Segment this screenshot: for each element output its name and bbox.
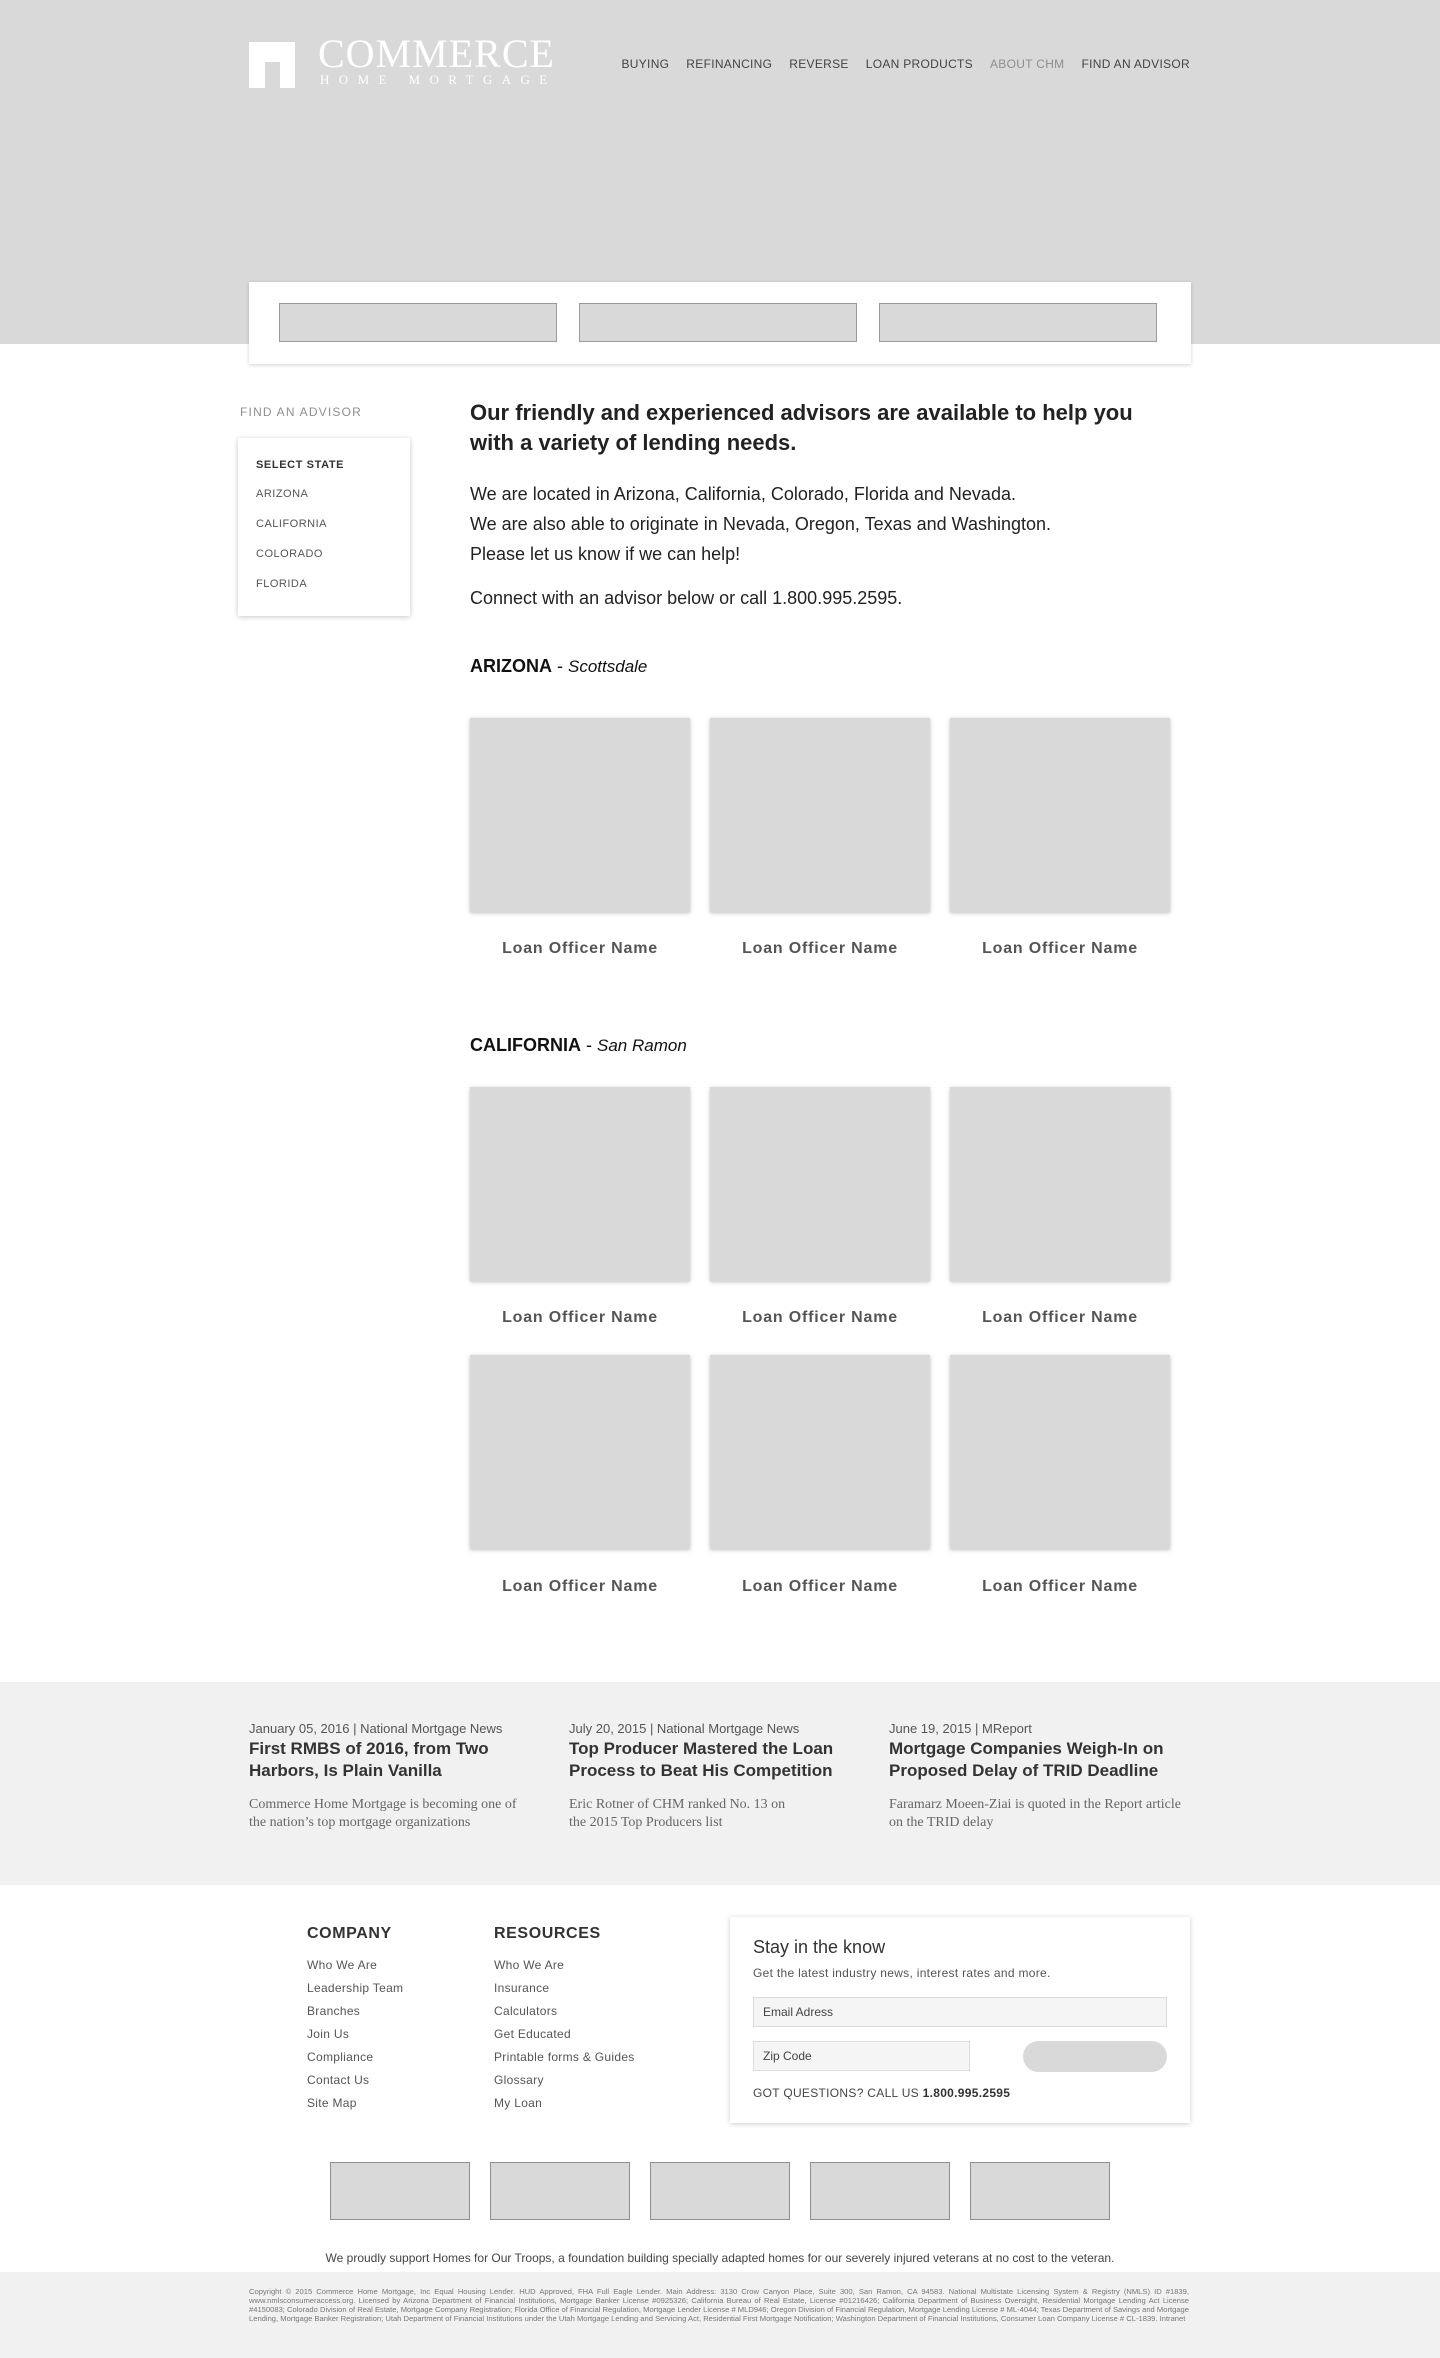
loan-officer-name[interactable]: Loan Officer Name: [710, 1578, 930, 1596]
footer-link-contact-us[interactable]: Contact Us: [307, 2073, 369, 2087]
loan-officer-photo[interactable]: [710, 718, 930, 912]
footer-link-get-educated[interactable]: Get Educated: [494, 2027, 571, 2041]
loan-officer-name[interactable]: Loan Officer Name: [950, 1578, 1170, 1596]
brand-tagline: HOME MORTGAGE: [320, 72, 557, 87]
footer-link-who-we-are[interactable]: Who We Are: [494, 1958, 564, 1972]
nav-find-an-advisor[interactable]: FIND AN ADVISOR: [1081, 57, 1190, 71]
footer-company-title: COMPANY: [307, 1925, 392, 1942]
loan-officer-photo[interactable]: [710, 1355, 930, 1549]
footer-link-leadership-team[interactable]: Leadership Team: [307, 1981, 403, 1995]
newsletter-submit-button[interactable]: [1023, 2041, 1167, 2072]
newsletter-subtitle: Get the latest industry news, interest r…: [753, 1966, 1051, 1980]
nav-reverse[interactable]: REVERSE: [789, 57, 848, 71]
loan-officer-name[interactable]: Loan Officer Name: [470, 940, 690, 958]
loan-officer-photo[interactable]: [950, 1087, 1170, 1281]
questions-label: GOT QUESTIONS? CALL US: [753, 2086, 919, 2100]
intro-text: We are located in Arizona, California, C…: [470, 484, 1016, 504]
news-meta: July 20, 2015 | National Mortgage News: [569, 1721, 800, 1736]
loan-officer-photo[interactable]: [470, 1355, 690, 1549]
intro-text: Please let us know if we can help!: [470, 544, 741, 564]
footer-link-my-loan[interactable]: My Loan: [494, 2096, 542, 2110]
hero-search-panel: [249, 282, 1191, 364]
questions-callout: GOT QUESTIONS? CALL US 1.800.995.2595: [753, 2086, 1010, 2100]
footer-link-printable-forms[interactable]: Printable forms & Guides: [494, 2050, 635, 2064]
region-city: San Ramon: [597, 1036, 687, 1055]
hero-select-box[interactable]: [879, 303, 1157, 342]
region-state: CALIFORNIA: [470, 1035, 581, 1055]
footer-link-compliance[interactable]: Compliance: [307, 2050, 373, 2064]
homes-for-our-troops-text: We proudly support Homes for Our Troops,…: [325, 2251, 1115, 2265]
footer-link-calculators[interactable]: Calculators: [494, 2004, 557, 2018]
loan-officer-name[interactable]: Loan Officer Name: [470, 1309, 690, 1327]
state-select-menu: SELECT STATE ARIZONA CALIFORNIA COLORADO…: [238, 438, 410, 616]
footer-link-insurance[interactable]: Insurance: [494, 1981, 549, 1995]
state-item-florida[interactable]: FLORIDA: [256, 578, 307, 590]
news-item: January 05, 2016 | National Mortgage New…: [249, 1721, 534, 1832]
footer-link-who-we-are[interactable]: Who We Are: [307, 1958, 377, 1972]
news-description: Commerce Home Mortgage is becoming one o…: [249, 1797, 517, 1830]
loan-officer-name[interactable]: Loan Officer Name: [710, 940, 930, 958]
nav-about-chm[interactable]: ABOUT CHM: [990, 57, 1064, 71]
footer-resources-title: RESOURCES: [494, 1925, 601, 1942]
brand-name[interactable]: COMMERCE: [318, 34, 555, 74]
news-item: July 20, 2015 | National Mortgage News T…: [569, 1721, 854, 1832]
news-title-link[interactable]: Mortgage Companies Weigh-In on Proposed …: [889, 1738, 1174, 1782]
loan-officer-name[interactable]: Loan Officer Name: [470, 1578, 690, 1596]
state-item-california[interactable]: CALIFORNIA: [256, 518, 327, 530]
newsletter-signup-card: Stay in the know Get the latest industry…: [730, 1917, 1190, 2123]
intro-text: We are also able to originate in Nevada,…: [470, 514, 1052, 534]
loan-officer-name[interactable]: Loan Officer Name: [710, 1309, 930, 1327]
loan-officer-photo[interactable]: [950, 718, 1170, 912]
news-meta: June 19, 2015 | MReport: [889, 1721, 1032, 1736]
partner-logo[interactable]: [970, 2162, 1110, 2220]
footer-link-site-map[interactable]: Site Map: [307, 2096, 357, 2110]
newsletter-title: Stay in the know: [753, 1937, 886, 1957]
footer-link-join-us[interactable]: Join Us: [307, 2027, 349, 2041]
hero-select-box[interactable]: [279, 303, 557, 342]
legal-disclaimer: Copyright © 2015 Commerce Home Mortgage,…: [249, 2287, 1189, 2323]
region-city: Scottsdale: [568, 657, 648, 676]
phone-number[interactable]: 1.800.995.2595: [923, 2086, 1011, 2100]
news-meta: January 05, 2016 | National Mortgage New…: [249, 1721, 503, 1736]
intro-contact-text: Connect with an advisor below or call 1.…: [470, 588, 903, 608]
news-title-link[interactable]: First RMBS of 2016, from Two Harbors, Is…: [249, 1738, 534, 1782]
state-item-arizona[interactable]: ARIZONA: [256, 488, 308, 500]
main-nav: BUYING REFINANCING REVERSE LOAN PRODUCTS…: [621, 57, 1190, 71]
region-state: ARIZONA: [470, 656, 552, 676]
loan-officer-photo[interactable]: [470, 1087, 690, 1281]
nav-refinancing[interactable]: REFINANCING: [686, 57, 772, 71]
loan-officer-photo[interactable]: [950, 1355, 1170, 1549]
region-separator: -: [581, 1035, 597, 1055]
news-description: Faramarz Moeen-Ziai is quoted in the Rep…: [889, 1797, 1181, 1830]
zip-code-field[interactable]: [753, 2041, 970, 2071]
loan-officer-name[interactable]: Loan Officer Name: [950, 1309, 1170, 1327]
state-item-colorado[interactable]: COLORADO: [256, 548, 323, 560]
state-select-label: SELECT STATE: [256, 459, 345, 471]
footer-link-branches[interactable]: Branches: [307, 2004, 360, 2018]
region-separator: -: [552, 656, 568, 676]
loan-officer-name[interactable]: Loan Officer Name: [950, 940, 1170, 958]
hero-select-box[interactable]: [579, 303, 857, 342]
partner-logo[interactable]: [810, 2162, 950, 2220]
news-item: June 19, 2015 | MReport Mortgage Compani…: [889, 1721, 1181, 1832]
nav-loan-products[interactable]: LOAN PRODUCTS: [866, 57, 973, 71]
news-title-link[interactable]: Top Producer Mastered the Loan Process t…: [569, 1738, 854, 1782]
partner-logo[interactable]: [490, 2162, 630, 2220]
nav-buying[interactable]: BUYING: [621, 57, 669, 71]
loan-officer-photo[interactable]: [470, 718, 690, 912]
region-heading-california: CALIFORNIA - San Ramon: [470, 1035, 687, 1056]
loan-officer-photo[interactable]: [710, 1087, 930, 1281]
logo-house-icon[interactable]: [249, 42, 295, 88]
email-field[interactable]: [753, 1997, 1167, 2027]
region-heading-arizona: ARIZONA - Scottsdale: [470, 656, 647, 677]
sidebar-title: FIND AN ADVISOR: [240, 405, 363, 419]
partner-logo[interactable]: [330, 2162, 470, 2220]
footer-link-glossary[interactable]: Glossary: [494, 2073, 544, 2087]
news-description: Eric Rotner of CHM ranked No. 13 on the …: [569, 1797, 786, 1830]
partner-logo[interactable]: [650, 2162, 790, 2220]
page-heading: Our friendly and experienced advisors ar…: [470, 400, 1133, 455]
